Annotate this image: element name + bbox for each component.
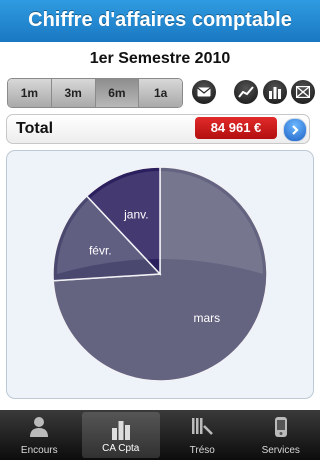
tab-ca-cpta[interactable]: CA Cpta — [81, 412, 160, 458]
segment-1m[interactable]: 1m — [8, 79, 52, 107]
chevron-right-icon — [292, 125, 299, 135]
segment-1a[interactable]: 1a — [139, 79, 182, 107]
detail-button[interactable] — [283, 118, 307, 142]
segment-6m[interactable]: 6m — [95, 79, 140, 107]
tab-label: Services — [261, 445, 300, 456]
total-bar: Total 84 961 € — [6, 114, 310, 144]
phone-icon — [274, 416, 288, 441]
mail-icon[interactable] — [192, 80, 216, 104]
pie-chart: marsfévr.janv. — [52, 166, 268, 382]
tab-treso[interactable]: Tréso — [163, 410, 242, 460]
line-chart-icon[interactable] — [234, 80, 258, 104]
bar-chart-icon[interactable] — [263, 80, 287, 104]
app-title: Chiffre d'affaires comptable — [0, 0, 320, 42]
tab-label: CA Cpta — [102, 443, 140, 454]
bar-chart-icon — [110, 418, 132, 443]
total-amount: 84 961 € — [195, 117, 277, 139]
pie-gloss — [57, 171, 263, 274]
person-icon — [29, 416, 49, 441]
tab-encours[interactable]: Encours — [0, 410, 79, 460]
pie-label-0: mars — [193, 311, 220, 325]
tab-label: Tréso — [189, 445, 215, 456]
grid-icon[interactable] — [291, 80, 315, 104]
period-label: 1er Semestre 2010 — [89, 50, 231, 67]
tab-services[interactable]: Services — [242, 410, 320, 460]
segment-3m[interactable]: 3m — [51, 79, 96, 107]
tab-label: Encours — [20, 445, 58, 456]
chart-container: marsfévr.janv. — [6, 150, 314, 399]
total-label: Total — [16, 120, 54, 137]
tab-bar: Encours CA Cpta Tréso Services — [0, 410, 320, 460]
ledger-icon — [190, 416, 214, 441]
period-segmented-control: 1m 3m 6m 1a — [7, 78, 183, 108]
